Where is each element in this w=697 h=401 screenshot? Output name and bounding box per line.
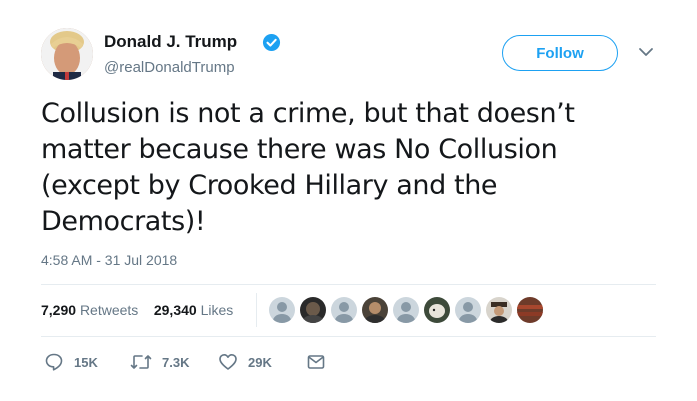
reply-count: 15K xyxy=(74,354,98,370)
follow-button[interactable]: Follow xyxy=(502,35,618,71)
author-handle[interactable]: @realDonaldTrump xyxy=(104,59,235,76)
user-avatar[interactable] xyxy=(423,296,451,324)
retweet-icon xyxy=(130,355,152,369)
chevron-down-icon[interactable] xyxy=(638,46,654,58)
divider xyxy=(41,284,656,285)
tweet-card: Donald J. Trump @realDonaldTrump Follow … xyxy=(0,0,697,401)
tweet-text-line: (except by Crooked Hillary and the xyxy=(41,170,498,201)
likes-count: 29,340 xyxy=(153,302,197,318)
likes-label: Likes xyxy=(200,302,234,318)
author-avatar[interactable] xyxy=(41,28,93,80)
retweets-stat[interactable]: 7,290 Retweets xyxy=(41,302,138,318)
reply-icon xyxy=(45,353,63,371)
user-avatar[interactable] xyxy=(485,296,513,324)
tweet-text: Collusion is not a crime, but that doesn… xyxy=(41,96,641,240)
retweet-count: 7.3K xyxy=(162,354,190,370)
user-avatar[interactable] xyxy=(361,296,389,324)
envelope-icon xyxy=(307,355,325,369)
reply-button[interactable]: 15K xyxy=(44,352,98,372)
verified-badge-icon xyxy=(262,33,281,52)
direct-message-button[interactable] xyxy=(306,352,326,372)
user-avatar[interactable] xyxy=(516,296,544,324)
like-button[interactable]: 29K xyxy=(218,352,272,372)
default-avatar-icon[interactable] xyxy=(392,296,420,324)
author-name[interactable]: Donald J. Trump xyxy=(104,32,237,52)
retweets-count: 7,290 xyxy=(41,302,77,318)
likes-stat[interactable]: 29,340 Likes xyxy=(154,302,233,318)
default-avatar-icon[interactable] xyxy=(454,296,482,324)
divider xyxy=(41,336,656,337)
heart-icon xyxy=(219,354,237,370)
tweet-text-line: matter because there was No Collusion xyxy=(41,134,558,165)
tweet-stats: 7,290 Retweets 29,340 Likes xyxy=(41,302,233,318)
tweet-timestamp[interactable]: 4:58 AM - 31 Jul 2018 xyxy=(41,252,177,268)
user-avatar[interactable] xyxy=(299,296,327,324)
default-avatar-icon[interactable] xyxy=(330,296,358,324)
tweet-text-line: Collusion is not a crime, but that doesn… xyxy=(41,98,575,129)
retweet-button[interactable]: 7.3K xyxy=(130,352,189,372)
stats-separator xyxy=(256,293,257,327)
retweets-label: Retweets xyxy=(79,302,139,318)
like-count: 29K xyxy=(248,354,272,370)
tweet-text-line: Democrats)! xyxy=(41,206,206,237)
default-avatar-icon[interactable] xyxy=(268,296,296,324)
